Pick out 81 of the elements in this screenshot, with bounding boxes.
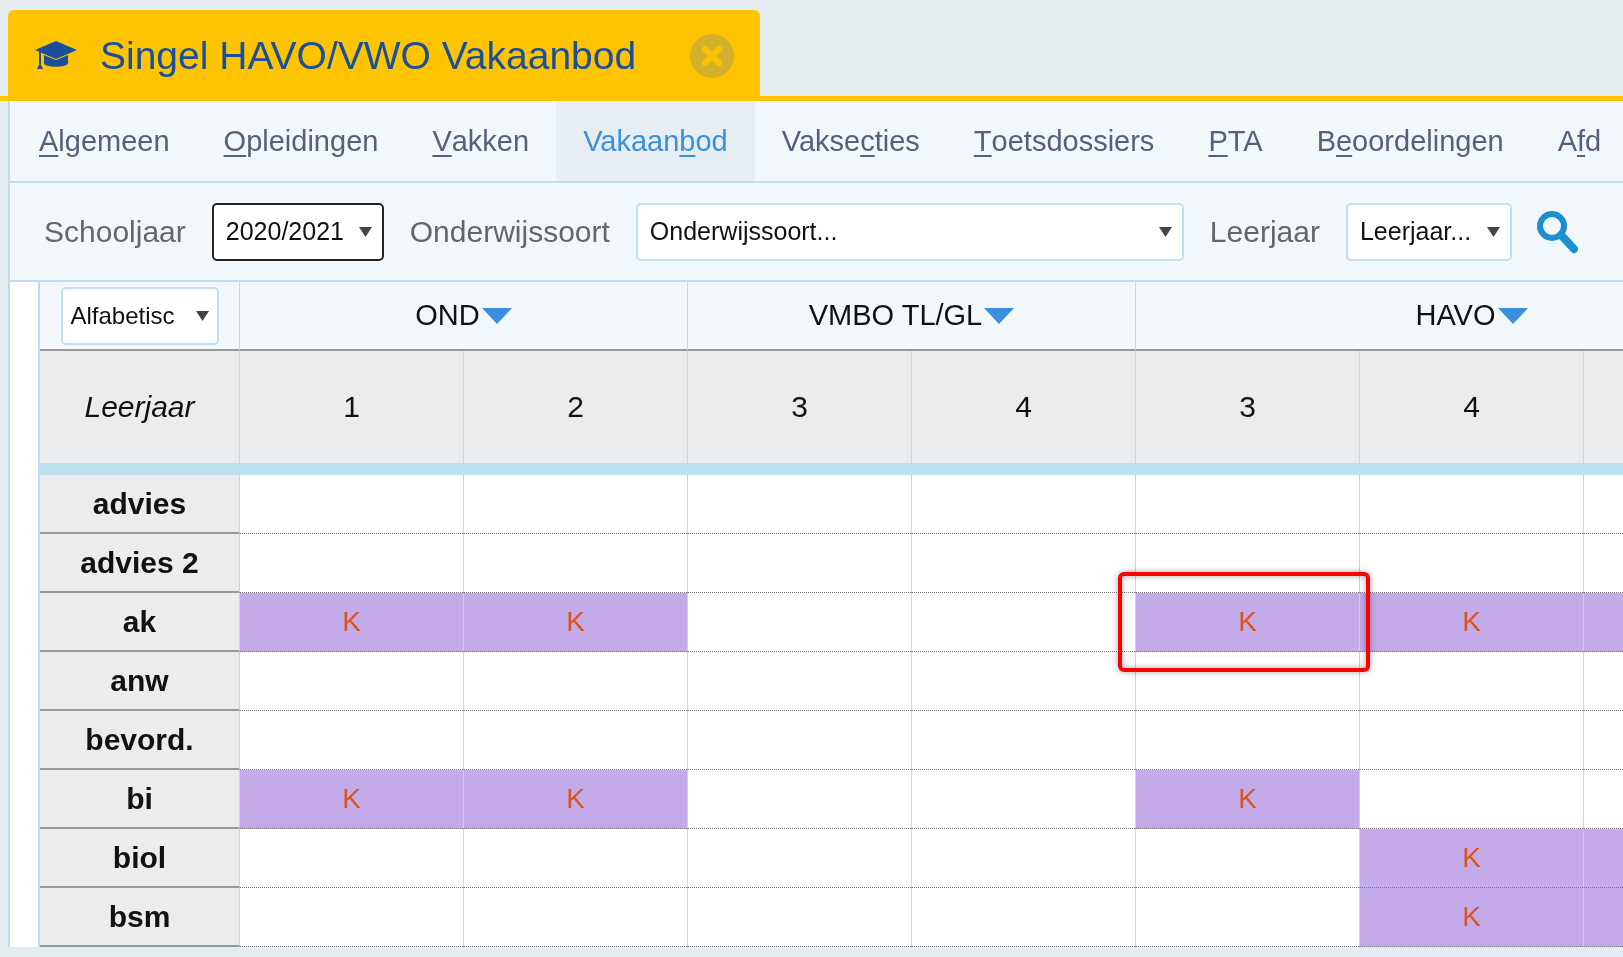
row-header: biol [40, 829, 239, 888]
table-cell[interactable] [239, 652, 463, 711]
filter-label: Onderwijssoort [409, 214, 610, 249]
row-header: anw [40, 652, 239, 711]
table-cell[interactable] [239, 711, 463, 770]
tab[interactable]: Toetsdossiers [946, 101, 1182, 181]
column-header: 3 [1135, 351, 1359, 463]
table-cell[interactable] [1135, 888, 1359, 947]
table-cell[interactable] [463, 829, 687, 888]
table-cell[interactable] [463, 711, 687, 770]
column-header: 2 [463, 351, 687, 463]
table-cell[interactable] [239, 829, 463, 888]
table-cell[interactable] [463, 475, 687, 534]
tab[interactable]: Vakken [405, 101, 557, 181]
window-title: Singel HAVO/VWO Vakaanbod [100, 33, 638, 78]
row-header: advies 2 [40, 534, 239, 593]
table-cell[interactable] [911, 770, 1135, 829]
table-cell[interactable] [463, 534, 687, 593]
table-cell[interactable] [1359, 770, 1583, 829]
caret-icon [195, 310, 209, 321]
tab[interactable]: Vaksecties [754, 101, 947, 181]
table-cell[interactable] [1135, 711, 1359, 770]
column-header: 4 [911, 351, 1135, 463]
row-header: bi [40, 770, 239, 829]
tab[interactable]: Afd [1530, 101, 1623, 181]
dropdown[interactable]: Leerjaar... [1345, 202, 1512, 261]
column-header: 1 [239, 351, 463, 463]
row-header: bevord. [40, 711, 239, 770]
tab[interactable]: Opleidingen [196, 101, 406, 181]
table-cell[interactable] [687, 770, 911, 829]
dropdown-triangle-icon[interactable] [481, 307, 512, 324]
table-cell[interactable] [1135, 652, 1359, 711]
table-cell[interactable] [1359, 534, 1583, 593]
close-icon[interactable] [690, 33, 734, 78]
table-cell[interactable] [911, 652, 1135, 711]
table-cell[interactable] [911, 711, 1135, 770]
dropdown-triangle-icon[interactable] [984, 307, 1015, 324]
sort-dropdown[interactable]: Alfabetisc [60, 286, 219, 345]
caret-icon [1486, 226, 1500, 237]
table-cell[interactable] [911, 829, 1135, 888]
table-cell[interactable] [687, 829, 911, 888]
table-cell[interactable] [239, 475, 463, 534]
table-cell[interactable] [463, 888, 687, 947]
table-cell[interactable] [687, 652, 911, 711]
dropdown-triangle-icon[interactable] [1497, 307, 1528, 324]
table-cell[interactable] [1359, 711, 1583, 770]
caret-icon [358, 226, 372, 237]
tab[interactable]: PTA [1181, 101, 1290, 181]
table-cell[interactable] [1135, 829, 1359, 888]
filter-label: Schooljaar [44, 214, 186, 249]
table-cell[interactable] [687, 475, 911, 534]
row-header: bsm [40, 888, 239, 947]
table-cell[interactable] [911, 888, 1135, 947]
column-header: Leerjaar [40, 351, 239, 463]
table-cell[interactable] [911, 475, 1135, 534]
table-cell[interactable] [687, 534, 911, 593]
table-cell[interactable] [911, 534, 1135, 593]
tab[interactable]: Algemeen [12, 101, 197, 181]
caret-icon [1158, 226, 1172, 237]
row-header: ak [40, 593, 239, 652]
row-header: advies [40, 475, 239, 534]
table-cell[interactable] [1359, 475, 1583, 534]
filter-label: Leerjaar [1209, 214, 1320, 249]
group-header: OND [415, 299, 480, 332]
dropdown[interactable]: Onderwijssoort... [635, 202, 1184, 261]
table-cell[interactable] [239, 534, 463, 593]
table-cell[interactable] [239, 888, 463, 947]
table-cell[interactable] [687, 711, 911, 770]
table-cell[interactable] [1135, 534, 1359, 593]
table-cell[interactable] [687, 593, 911, 652]
tab[interactable]: Beoordelingen [1289, 101, 1531, 181]
table-cell[interactable] [687, 888, 911, 947]
table-cell[interactable] [463, 652, 687, 711]
column-header: 3 [687, 351, 911, 463]
group-header: VMBO TL/GL [808, 299, 983, 332]
table-cell[interactable] [1359, 652, 1583, 711]
column-header: 4 [1359, 351, 1583, 463]
search-icon[interactable] [1535, 209, 1578, 254]
table-cell[interactable] [1135, 475, 1359, 534]
dropdown[interactable]: 2020/2021 [211, 202, 384, 261]
group-header: HAVO [1415, 299, 1496, 332]
